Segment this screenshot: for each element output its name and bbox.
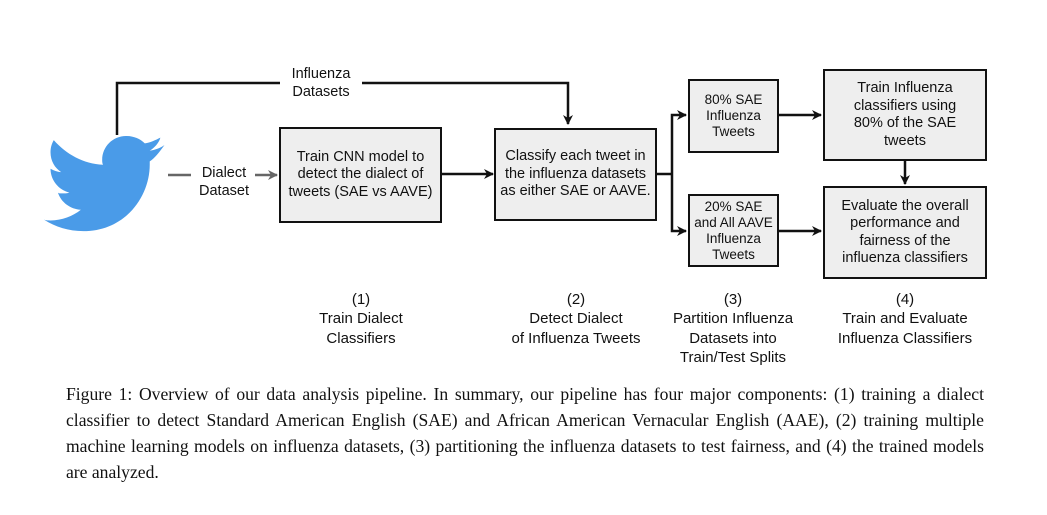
- train-cnn-box: Train CNN model to detect the dialect of…: [279, 127, 442, 223]
- stage-2-number: (2): [566, 291, 586, 308]
- branch-to-20-edge: [670, 174, 687, 236]
- stage-1-number: (1): [351, 291, 371, 308]
- classify-box: Classify each tweet in the influenza dat…: [494, 128, 657, 221]
- sae-80-box: 80% SAE Influenza Tweets: [688, 79, 779, 153]
- influenza-datasets-label: Influenza Datasets: [280, 65, 362, 101]
- evaluate-box: Evaluate the overall performance and fai…: [823, 186, 987, 279]
- sae-20-aave-box: 20% SAE and All AAVE Influenza Tweets: [688, 194, 779, 267]
- stage-2-label: Detect Dialect of Influenza Tweets: [511, 310, 641, 347]
- stage-4-number: (4): [895, 291, 915, 308]
- stage-3-number: (3): [723, 291, 743, 308]
- twitter-bird-icon: [43, 136, 165, 232]
- figure-caption: Figure 1: Overview of our data analysis …: [66, 384, 984, 482]
- dialect-dataset-label: Dialect Dataset: [193, 164, 255, 200]
- stage-4-label: Train and Evaluate Influenza Classifiers: [837, 310, 973, 347]
- train-influenza-box: Train Influenza classifiers using 80% of…: [823, 69, 987, 161]
- stage-3-label: Partition Influenza Datasets into Train/…: [672, 310, 794, 366]
- branch-to-80-edge: [670, 110, 687, 174]
- stage-1-label: Train Dialect Classifiers: [319, 310, 403, 347]
